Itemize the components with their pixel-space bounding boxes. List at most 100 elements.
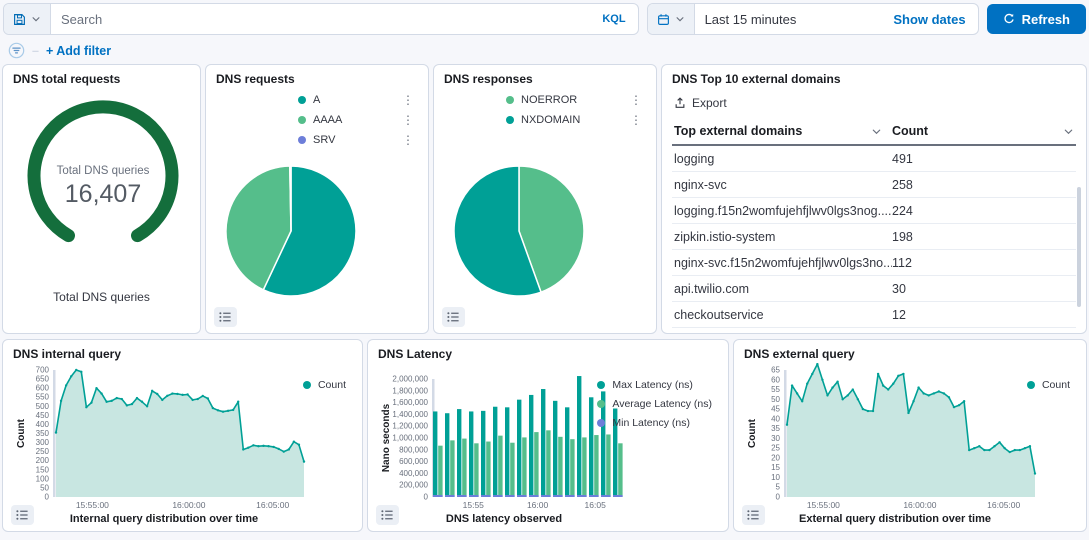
data-point xyxy=(262,445,264,447)
saved-query-menu-button[interactable] xyxy=(4,4,51,34)
data-point xyxy=(887,388,889,390)
legend-toggle-button[interactable] xyxy=(376,505,399,525)
search-box: KQL xyxy=(3,3,639,35)
legend-item-label: Average Latency (ns) xyxy=(612,398,712,410)
y-tick-label: 65 xyxy=(771,366,780,375)
y-tick-label: 350 xyxy=(36,429,50,438)
y-tick-label: 35 xyxy=(771,424,780,433)
y-tick-label: 150 xyxy=(36,465,50,474)
legend-item-label: SRV xyxy=(313,134,335,146)
cell-domain: logging.f15n2womfujehfjlwv0lgs3nog.... xyxy=(674,204,892,218)
legend-item-srv[interactable]: SRV ⋮ xyxy=(298,134,416,146)
x-tick-label: 15:55:00 xyxy=(807,500,840,510)
legend-item-min-latency-ns-[interactable]: Min Latency (ns) xyxy=(597,417,690,429)
kql-language-button[interactable]: KQL xyxy=(590,13,637,25)
bar-avg-latency xyxy=(606,434,610,497)
legend-toggle-button[interactable] xyxy=(442,307,465,327)
data-point xyxy=(973,447,975,449)
y-tick-label: 1,200,000 xyxy=(392,422,428,431)
bar-avg-latency xyxy=(474,443,478,497)
calendar-icon xyxy=(657,13,670,26)
bar-avg-latency xyxy=(522,437,526,497)
column-header-count[interactable]: Count xyxy=(892,124,1074,138)
panel-title: DNS responses xyxy=(444,72,646,86)
data-point xyxy=(277,448,279,450)
data-point xyxy=(816,363,818,365)
legend-item-menu-button[interactable]: ⋮ xyxy=(400,95,416,105)
bar-max-latency xyxy=(553,401,557,497)
data-point xyxy=(831,386,833,388)
legend-item-count[interactable]: Count xyxy=(303,379,346,391)
export-button[interactable]: Export xyxy=(674,96,744,110)
legend-toggle-button[interactable] xyxy=(742,505,765,525)
y-tick-label: 15 xyxy=(771,463,780,472)
panel-title: DNS Top 10 external domains xyxy=(672,72,1076,86)
bar-max-latency xyxy=(517,400,521,497)
y-tick-label: 550 xyxy=(36,393,50,402)
data-point xyxy=(60,400,62,402)
bar-max-latency xyxy=(469,411,473,497)
show-dates-button[interactable]: Show dates xyxy=(881,12,977,27)
data-point xyxy=(902,373,904,375)
list-icon xyxy=(747,509,760,521)
data-point xyxy=(928,394,930,396)
search-input[interactable] xyxy=(51,12,590,27)
table-scrollbar[interactable] xyxy=(1077,187,1081,307)
cell-count: 112 xyxy=(892,256,1074,270)
time-range-value[interactable]: Last 15 minutes xyxy=(695,12,882,27)
data-point xyxy=(298,444,300,446)
data-point xyxy=(110,400,112,402)
refresh-label: Refresh xyxy=(1022,12,1070,27)
bar-min-latency xyxy=(457,495,467,497)
dashboard-row-2: DNS internal query 050100150200250300350… xyxy=(0,339,1089,532)
data-point xyxy=(1008,451,1010,453)
data-point xyxy=(806,382,808,384)
filter-icon[interactable] xyxy=(8,42,25,59)
legend-color-dot xyxy=(597,400,605,408)
cell-domain: nginx-svc.f15n2womfujehfjlwv0lgs3no... xyxy=(674,256,892,270)
x-tick-label: 16:00:00 xyxy=(172,500,205,510)
column-header-domains[interactable]: Top external domains xyxy=(674,124,892,138)
y-tick-label: 250 xyxy=(36,447,50,456)
bar-max-latency xyxy=(529,395,533,497)
data-point xyxy=(202,395,204,397)
legend-item-menu-button[interactable]: ⋮ xyxy=(628,95,644,105)
legend-item-menu-button[interactable]: ⋮ xyxy=(400,135,416,145)
bar-max-latency xyxy=(565,407,569,497)
cell-domain: zipkin.istio-system xyxy=(674,230,892,244)
y-tick-label: 1,400,000 xyxy=(392,410,428,419)
legend-toggle-button[interactable] xyxy=(214,307,237,327)
legend-item-average-latency-ns-[interactable]: Average Latency (ns) xyxy=(597,398,712,410)
x-tick-label: 16:05:00 xyxy=(256,500,289,510)
y-tick-label: 1,600,000 xyxy=(392,398,428,407)
legend-item-noerror[interactable]: NOERROR⋮ xyxy=(506,94,644,106)
x-tick-label: 16:00:00 xyxy=(903,500,936,510)
y-tick-label: 20 xyxy=(771,453,780,462)
y-tick-label: 60 xyxy=(771,375,780,384)
data-point xyxy=(912,400,914,402)
legend-item-menu-button[interactable]: ⋮ xyxy=(400,115,416,125)
quick-select-date-button[interactable] xyxy=(648,4,695,34)
add-filter-button[interactable]: + Add filter xyxy=(46,44,111,58)
legend-item-nxdomain[interactable]: NXDOMAIN⋮ xyxy=(506,114,644,126)
table-row: zipkin.istio-system198 xyxy=(672,224,1076,250)
data-point xyxy=(862,408,864,410)
y-tick-label: 200,000 xyxy=(399,481,428,490)
legend-item-menu-button[interactable]: ⋮ xyxy=(628,115,644,125)
legend-item-max-latency-ns-[interactable]: Max Latency (ns) xyxy=(597,379,693,391)
legend-color-dot xyxy=(597,381,605,389)
legend-item-aaaa[interactable]: AAAA⋮ xyxy=(298,114,416,126)
legend-toggle-button[interactable] xyxy=(11,505,34,525)
data-point xyxy=(1034,472,1036,474)
y-tick-label: 50 xyxy=(40,483,49,492)
panel-title: DNS external query xyxy=(744,347,1076,361)
refresh-button[interactable]: Refresh xyxy=(987,4,1086,34)
chart-area: 05101520253035404550556065Count15:55:001… xyxy=(744,363,1076,513)
legend-item-count[interactable]: Count xyxy=(1027,379,1070,391)
legend-item-a[interactable]: A⋮ xyxy=(298,94,416,106)
data-point xyxy=(80,371,82,373)
bar-avg-latency xyxy=(498,436,502,497)
data-point xyxy=(836,381,838,383)
legend-item-label: Count xyxy=(318,379,346,391)
data-point xyxy=(933,392,935,394)
